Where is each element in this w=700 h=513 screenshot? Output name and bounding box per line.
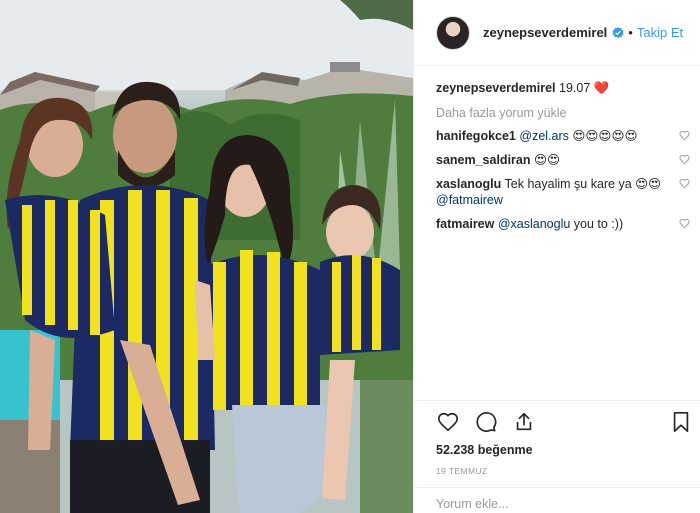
post-photo[interactable]	[0, 0, 413, 513]
comment-text: you to :))	[570, 217, 624, 231]
comment-text: 😍😍	[533, 153, 561, 167]
header-username[interactable]: zeynepseverdemirel	[483, 25, 607, 40]
post-sidebar: zeynepseverdemirel • Takip Et zeynepseve…	[413, 0, 700, 513]
action-icons-row	[436, 401, 700, 443]
comment-mention[interactable]: @zel.ars	[519, 129, 569, 143]
comment-username[interactable]: xaslanoglu	[436, 177, 501, 191]
comment-text: 😍😍😍😍😍	[568, 129, 638, 143]
like-count[interactable]: 52.238 beğenme	[436, 443, 700, 457]
header-separator: •	[628, 25, 633, 40]
comment-like-heart-icon[interactable]	[679, 178, 690, 189]
comment-like-heart-icon[interactable]	[679, 130, 690, 141]
comment-icon[interactable]	[474, 410, 498, 434]
post-date: 19 TEMMUZ	[436, 466, 488, 476]
comment-item: fatmairew @xaslanoglu you to :))	[436, 216, 692, 232]
caption-username[interactable]: zeynepseverdemirel	[436, 81, 556, 95]
comment-item: xaslanoglu Tek hayalim şu kare ya 😍😍 @fa…	[436, 176, 692, 208]
comment-username[interactable]: fatmairew	[436, 217, 494, 231]
heart-icon[interactable]	[436, 410, 460, 434]
comment-item: sanem_saldiran 😍😍	[436, 152, 692, 168]
comment-like-heart-icon[interactable]	[679, 154, 690, 165]
post-caption: zeynepseverdemirel 19.07 ❤️	[436, 80, 692, 96]
comments-section: zeynepseverdemirel 19.07 ❤️ Daha fazla y…	[414, 66, 700, 232]
family-photo-illustration	[0, 0, 413, 513]
comment-username[interactable]: sanem_saldiran	[436, 153, 531, 167]
add-comment-bar	[414, 487, 700, 513]
caption-text: 19.07 ❤️	[559, 81, 610, 95]
share-icon[interactable]	[512, 410, 536, 434]
verified-badge-icon	[612, 26, 624, 39]
comment-item: hanifegokce1 @zel.ars 😍😍😍😍😍	[436, 128, 692, 144]
comment-like-heart-icon[interactable]	[679, 218, 690, 229]
comment-mention[interactable]: @fatmairew	[436, 193, 503, 207]
comment-mention[interactable]: @xaslanoglu	[498, 217, 570, 231]
load-more-comments-button[interactable]: Daha fazla yorum yükle	[436, 106, 692, 120]
comment-input[interactable]	[436, 497, 676, 513]
follow-button[interactable]: Takip Et	[637, 25, 683, 40]
bookmark-icon[interactable]	[669, 410, 693, 434]
avatar[interactable]	[436, 15, 470, 50]
comment-username[interactable]: hanifegokce1	[436, 129, 516, 143]
post-actions: 52.238 beğenme 19 TEMMUZ	[414, 400, 700, 476]
comment-text: Tek hayalim şu kare ya 😍😍	[504, 177, 662, 191]
post-header: zeynepseverdemirel • Takip Et	[414, 0, 700, 66]
